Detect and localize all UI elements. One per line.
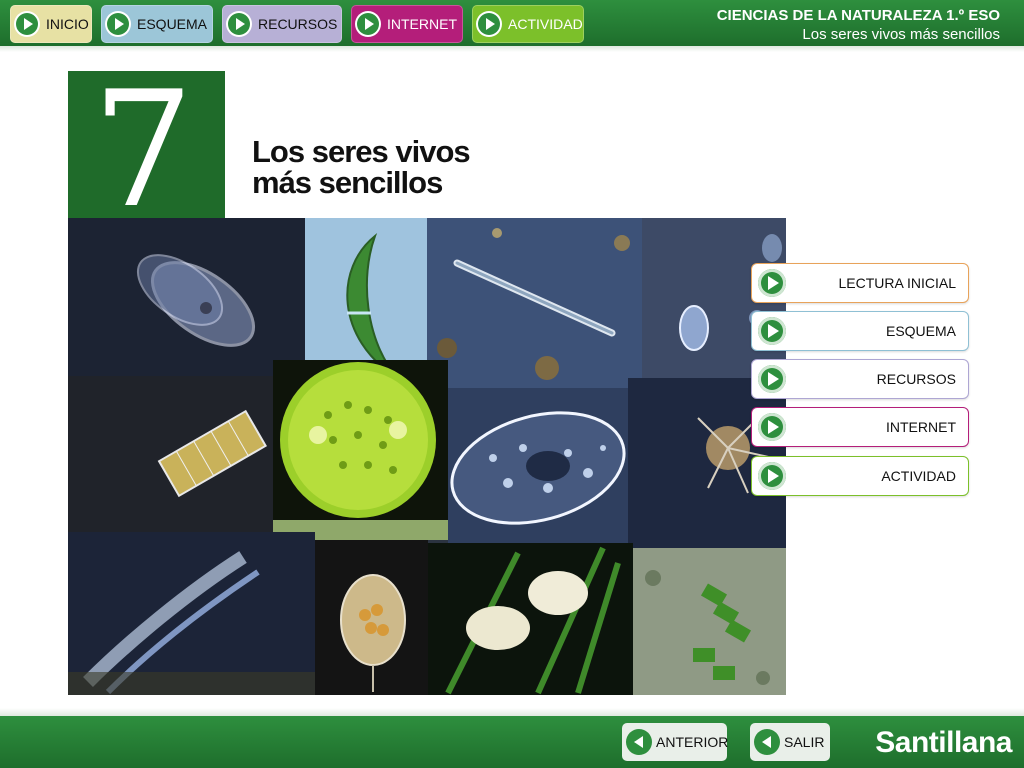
nav-actividad-label: ACTIVIDAD bbox=[508, 16, 583, 32]
chapter-title: Los seres vivos más sencillos bbox=[252, 134, 471, 200]
chapter-number-box: 7 bbox=[68, 70, 225, 230]
chapter-title-line1: Los seres vivos bbox=[252, 134, 471, 169]
play-icon bbox=[758, 413, 786, 441]
nav-recursos-label: RECURSOS bbox=[258, 16, 338, 32]
menu-lectura-inicial-label: LECTURA INICIAL bbox=[838, 275, 956, 291]
chapter-title-line2: más sencillos bbox=[252, 165, 443, 200]
menu-internet[interactable]: INTERNET bbox=[751, 407, 969, 447]
menu-lectura-inicial[interactable]: LECTURA INICIAL bbox=[751, 263, 969, 303]
menu-recursos-label: RECURSOS bbox=[876, 371, 956, 387]
photo-desmids bbox=[633, 548, 786, 695]
nav-actividad-button[interactable]: ACTIVIDAD bbox=[472, 5, 584, 43]
menu-actividad-label: ACTIVIDAD bbox=[881, 468, 956, 484]
photo-protist-colony bbox=[68, 532, 315, 695]
play-icon bbox=[226, 11, 252, 37]
microorganism-collage bbox=[68, 218, 786, 695]
menu-internet-label: INTERNET bbox=[886, 419, 956, 435]
bottom-bar-stripe bbox=[0, 708, 1024, 716]
nav-esquema-label: ESQUEMA bbox=[137, 16, 208, 32]
photo-ciliate bbox=[68, 218, 305, 376]
chapter-number: 7 bbox=[92, 56, 194, 243]
menu-esquema-label: ESQUEMA bbox=[885, 323, 956, 339]
bottom-bar bbox=[0, 716, 1024, 768]
nav-inicio-button[interactable]: INICIO bbox=[10, 5, 92, 43]
back-arrow-icon bbox=[626, 729, 652, 755]
photo-filament-alga bbox=[68, 376, 273, 532]
santillana-logo: Santillana bbox=[875, 726, 1012, 759]
menu-esquema[interactable]: ESQUEMA bbox=[751, 311, 969, 351]
nav-esquema-button[interactable]: ESQUEMA bbox=[101, 5, 213, 43]
photo-volvox bbox=[273, 360, 448, 540]
course-name: CIENCIAS DE LA NATURALEZA 1.º ESO bbox=[716, 7, 1000, 24]
play-icon bbox=[14, 11, 40, 37]
play-icon bbox=[758, 317, 786, 345]
menu-recursos[interactable]: RECURSOS bbox=[751, 359, 969, 399]
top-bar-stripe bbox=[0, 46, 1024, 52]
salir-label: SALIR bbox=[784, 734, 825, 750]
anterior-label: ANTERIOR bbox=[656, 734, 729, 750]
play-icon bbox=[758, 269, 786, 297]
nav-recursos-button[interactable]: RECURSOS bbox=[222, 5, 342, 43]
unit-name: Los seres vivos más sencillos bbox=[802, 26, 1000, 43]
play-icon bbox=[355, 11, 381, 37]
photo-diatoms bbox=[427, 218, 642, 388]
photo-paramecium bbox=[448, 388, 628, 543]
play-icon bbox=[758, 365, 786, 393]
nav-internet-label: INTERNET bbox=[387, 16, 457, 32]
photo-daphnia bbox=[315, 540, 428, 695]
salir-button[interactable]: SALIR bbox=[750, 723, 830, 761]
nav-internet-button[interactable]: INTERNET bbox=[351, 5, 463, 43]
anterior-button[interactable]: ANTERIOR bbox=[622, 723, 729, 761]
play-icon bbox=[105, 11, 131, 37]
header-title: CIENCIAS DE LA NATURALEZA 1.º ESO Los se… bbox=[717, 7, 1000, 45]
play-icon bbox=[758, 462, 786, 490]
nav-inicio-label: INICIO bbox=[46, 16, 89, 32]
back-arrow-icon bbox=[754, 729, 780, 755]
play-icon bbox=[476, 11, 502, 37]
menu-actividad[interactable]: ACTIVIDAD bbox=[751, 456, 969, 496]
photo-copepod bbox=[428, 543, 633, 695]
